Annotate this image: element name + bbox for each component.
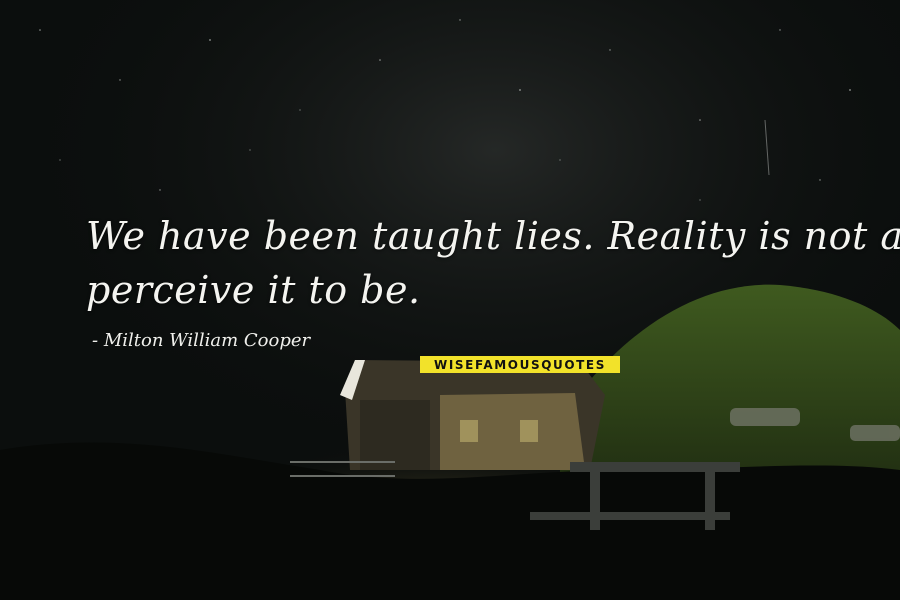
quote-text-line-2: perceive it to be. (86, 268, 421, 312)
quote-image: We have been taught lies. Reality is not… (0, 0, 900, 600)
author-name: Milton William Cooper (103, 330, 311, 351)
watermark-badge: WISEFAMOUSQUOTES (420, 356, 620, 373)
watermark-text: WISEFAMOUSQUOTES (434, 357, 606, 372)
quote-text-line-1: We have been taught lies. Reality is not… (86, 214, 900, 258)
quote-author: - Milton William Cooper (92, 330, 311, 351)
house (340, 360, 605, 470)
